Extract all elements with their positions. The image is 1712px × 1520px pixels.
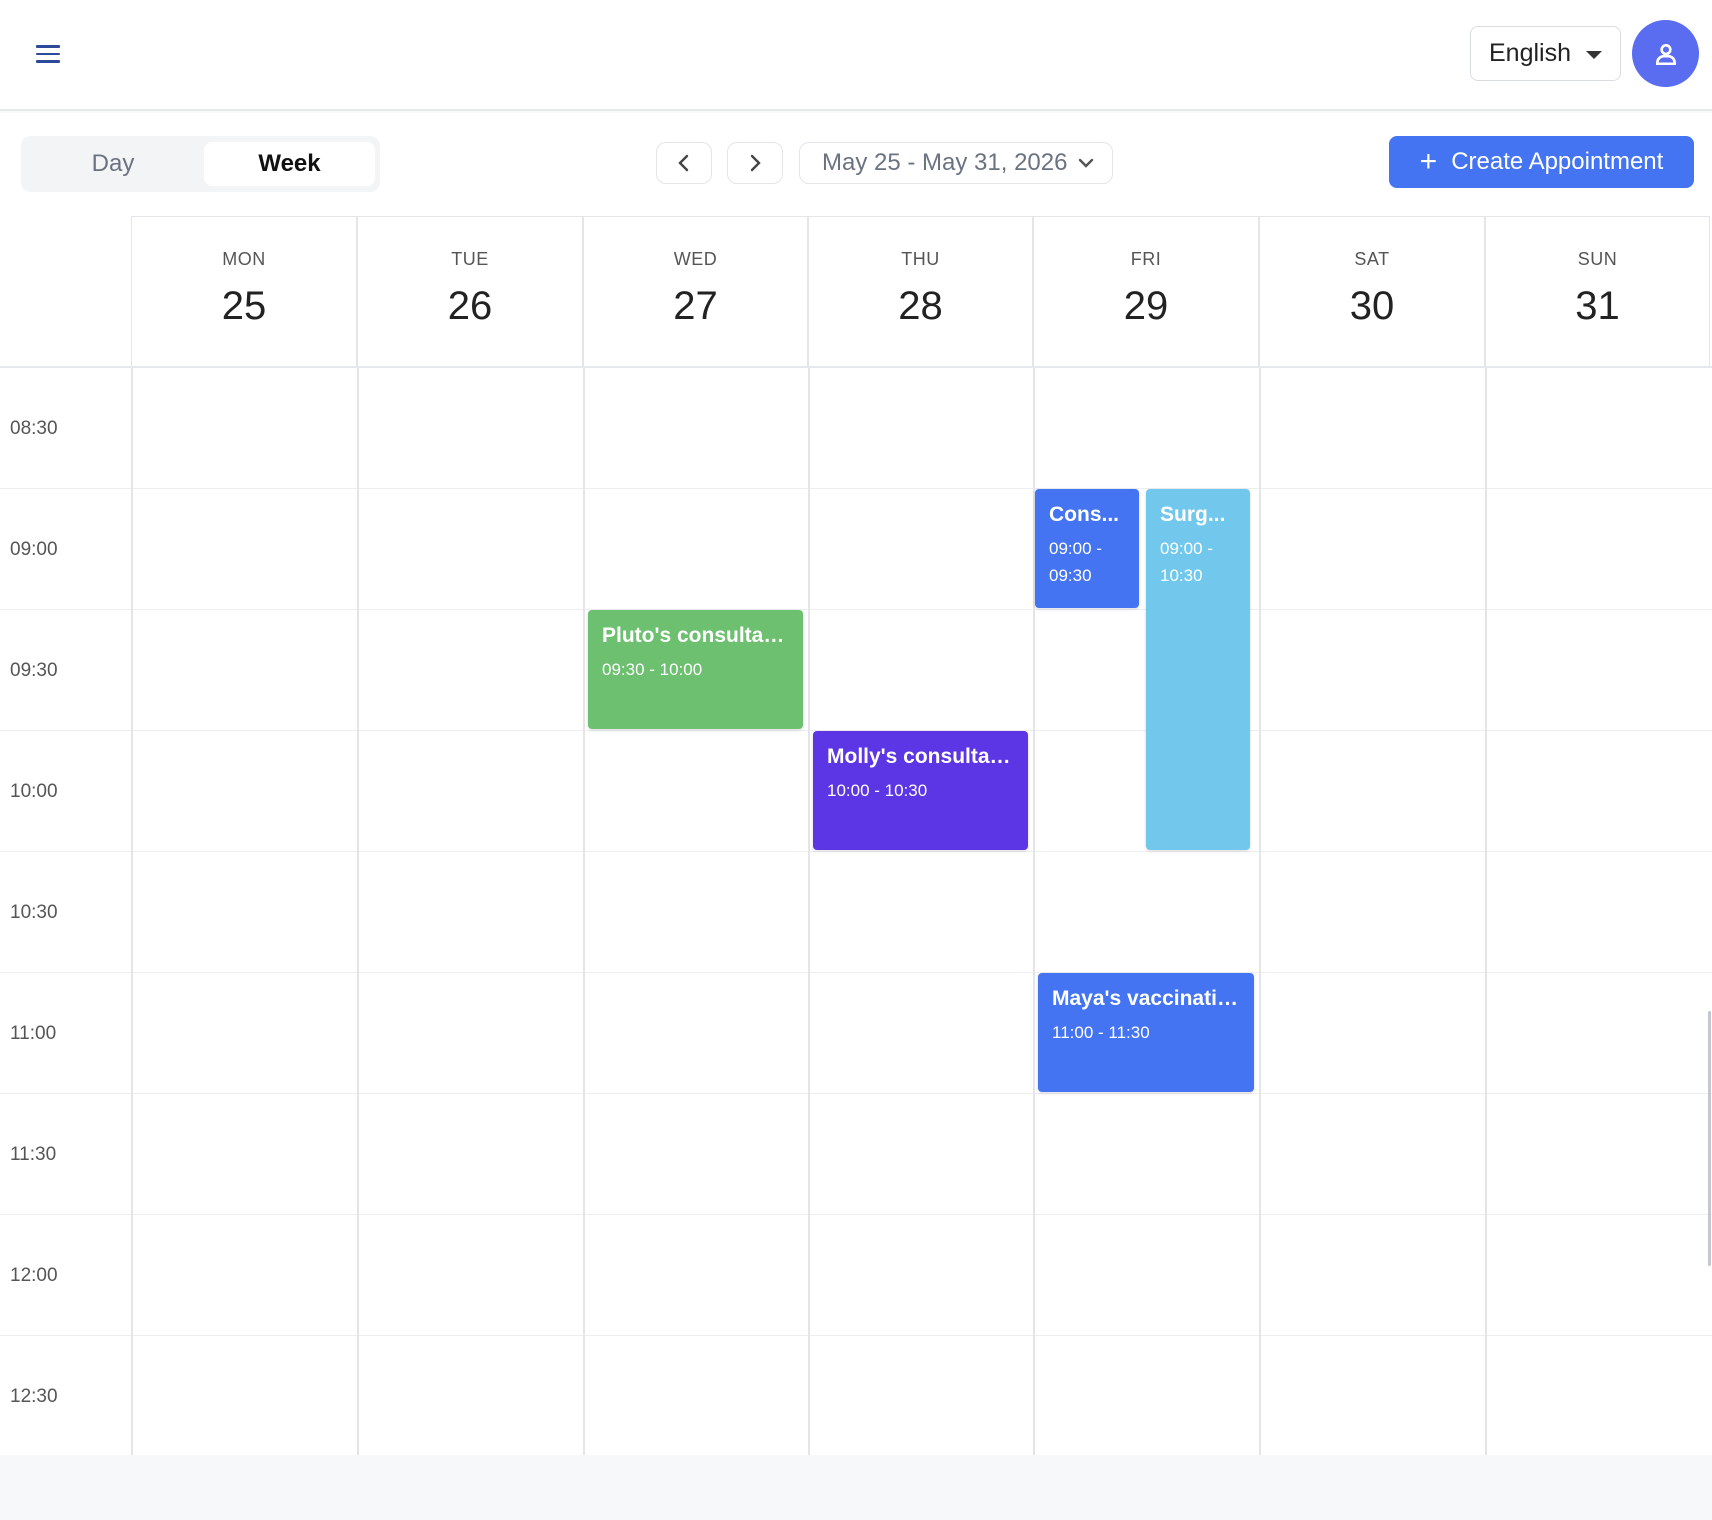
appointment-title: Maya's vaccination bbox=[1052, 987, 1240, 1010]
chevron-left-icon bbox=[678, 154, 689, 172]
appointment-title: Surg... bbox=[1160, 503, 1226, 526]
day-of-week: SUN bbox=[1577, 249, 1618, 269]
time-label: 09:30 bbox=[10, 660, 58, 681]
appointment-time: 09:30 - 10:00 bbox=[602, 660, 703, 679]
time-label: 08:30 bbox=[10, 418, 58, 439]
appointment-title: Molly's consultat... bbox=[827, 745, 1014, 768]
appointment-time: 11:00 - 11:30 bbox=[1052, 1023, 1150, 1042]
language-value: English bbox=[1489, 39, 1571, 67]
slot-divider bbox=[0, 1214, 1712, 1215]
day-number: 30 bbox=[1349, 284, 1395, 328]
date-range-label: May 25 - May 31, 2026 bbox=[822, 149, 1068, 176]
day-header-mon[interactable]: MON 25 bbox=[131, 216, 357, 366]
day-header-sat[interactable]: SAT 30 bbox=[1259, 216, 1485, 366]
language-select[interactable]: English bbox=[1470, 26, 1621, 81]
appointment-time: 09:00 - 09:30 bbox=[1049, 535, 1125, 589]
appointment-time-end: 10:30 bbox=[1160, 566, 1203, 585]
day-header-wed[interactable]: WED 27 bbox=[583, 216, 808, 366]
time-label: 11:00 bbox=[10, 1023, 57, 1044]
day-header-fri[interactable]: FRI 29 bbox=[1033, 216, 1259, 366]
day-header-sun[interactable]: SUN 31 bbox=[1485, 216, 1710, 366]
slot-divider bbox=[0, 1093, 1712, 1094]
day-number: 25 bbox=[221, 284, 267, 328]
top-bar: English bbox=[0, 0, 1712, 111]
week-calendar: MON 25 TUE 26 WED 27 THU 28 FRI 29 SAT 3… bbox=[0, 214, 1712, 1455]
appointment-molly-consultation[interactable]: Molly's consultat... 10:00 - 10:30 bbox=[813, 731, 1028, 850]
appointment-consultation[interactable]: Cons... 09:00 - 09:30 bbox=[1035, 489, 1139, 608]
day-header-tue[interactable]: TUE 26 bbox=[357, 216, 583, 366]
day-divider bbox=[1485, 368, 1487, 1455]
create-appointment-label: Create Appointment bbox=[1451, 148, 1664, 175]
day-number: 27 bbox=[673, 284, 718, 328]
appointment-time: 09:00 - 10:30 bbox=[1160, 535, 1236, 589]
day-number: 31 bbox=[1575, 284, 1620, 328]
appointment-surgery[interactable]: Surg... 09:00 - 10:30 bbox=[1146, 489, 1250, 850]
day-divider bbox=[1259, 368, 1261, 1455]
appointment-time-end: 09:30 bbox=[1049, 566, 1092, 585]
slot-divider bbox=[0, 972, 1712, 973]
user-avatar-button[interactable] bbox=[1632, 20, 1699, 87]
day-header-thu[interactable]: THU 28 bbox=[808, 216, 1033, 366]
appointment-time-start: 09:00 - bbox=[1160, 539, 1213, 558]
day-of-week: MON bbox=[222, 249, 266, 269]
time-label: 11:30 bbox=[10, 1144, 57, 1165]
appointment-time-start: 09:00 - bbox=[1049, 539, 1102, 558]
day-divider bbox=[131, 368, 133, 1455]
slot-divider bbox=[0, 609, 1712, 610]
day-divider bbox=[583, 368, 585, 1455]
day-of-week: THU bbox=[901, 249, 940, 269]
day-number: 29 bbox=[1123, 284, 1169, 328]
day-number: 26 bbox=[447, 284, 493, 328]
create-appointment-button[interactable]: + Create Appointment bbox=[1389, 136, 1694, 188]
day-number: 28 bbox=[898, 284, 943, 328]
day-of-week: WED bbox=[673, 249, 718, 269]
slot-divider bbox=[0, 488, 1712, 489]
day-divider bbox=[808, 368, 810, 1455]
day-of-week: FRI bbox=[1130, 249, 1162, 269]
chevron-down-icon bbox=[1079, 158, 1094, 168]
date-range-picker[interactable]: May 25 - May 31, 2026 bbox=[799, 142, 1113, 184]
caret-down-icon bbox=[1586, 51, 1602, 59]
user-icon bbox=[1655, 43, 1676, 65]
view-day-button[interactable]: Day bbox=[25, 142, 201, 186]
appointment-title: Pluto's consultati... bbox=[602, 624, 789, 647]
vertical-scrollbar[interactable] bbox=[1708, 1011, 1711, 1266]
time-grid[interactable]: 08:30 09:00 09:30 10:00 10:30 11:00 11:3… bbox=[0, 368, 1712, 1455]
time-label: 10:30 bbox=[10, 902, 58, 923]
next-week-button[interactable] bbox=[727, 142, 783, 184]
day-divider bbox=[357, 368, 359, 1455]
view-week-button[interactable]: Week bbox=[204, 142, 375, 186]
time-label: 12:30 bbox=[10, 1386, 58, 1407]
day-header-row: MON 25 TUE 26 WED 27 THU 28 FRI 29 SAT 3… bbox=[0, 214, 1712, 368]
view-switcher: Day Week bbox=[21, 136, 380, 192]
appointment-maya-vaccination[interactable]: Maya's vaccination 11:00 - 11:30 bbox=[1038, 973, 1254, 1092]
appointment-time: 10:00 - 10:30 bbox=[827, 781, 928, 800]
slot-divider bbox=[0, 851, 1712, 852]
plus-icon: + bbox=[1419, 145, 1438, 178]
appointment-title: Cons... bbox=[1049, 503, 1120, 526]
slot-divider bbox=[0, 1335, 1712, 1336]
time-label: 12:00 bbox=[10, 1265, 58, 1286]
appointment-pluto-consultation[interactable]: Pluto's consultati... 09:30 - 10:00 bbox=[588, 610, 803, 729]
previous-week-button[interactable] bbox=[656, 142, 712, 184]
chevron-right-icon bbox=[750, 154, 761, 172]
day-of-week: SAT bbox=[1354, 249, 1390, 269]
time-label: 09:00 bbox=[10, 539, 58, 560]
time-label: 10:00 bbox=[10, 781, 58, 802]
day-of-week: TUE bbox=[451, 249, 489, 269]
calendar-toolbar: Day Week May 25 - May 31, 2026 + Create … bbox=[0, 113, 1712, 214]
hamburger-icon[interactable] bbox=[36, 45, 60, 63]
